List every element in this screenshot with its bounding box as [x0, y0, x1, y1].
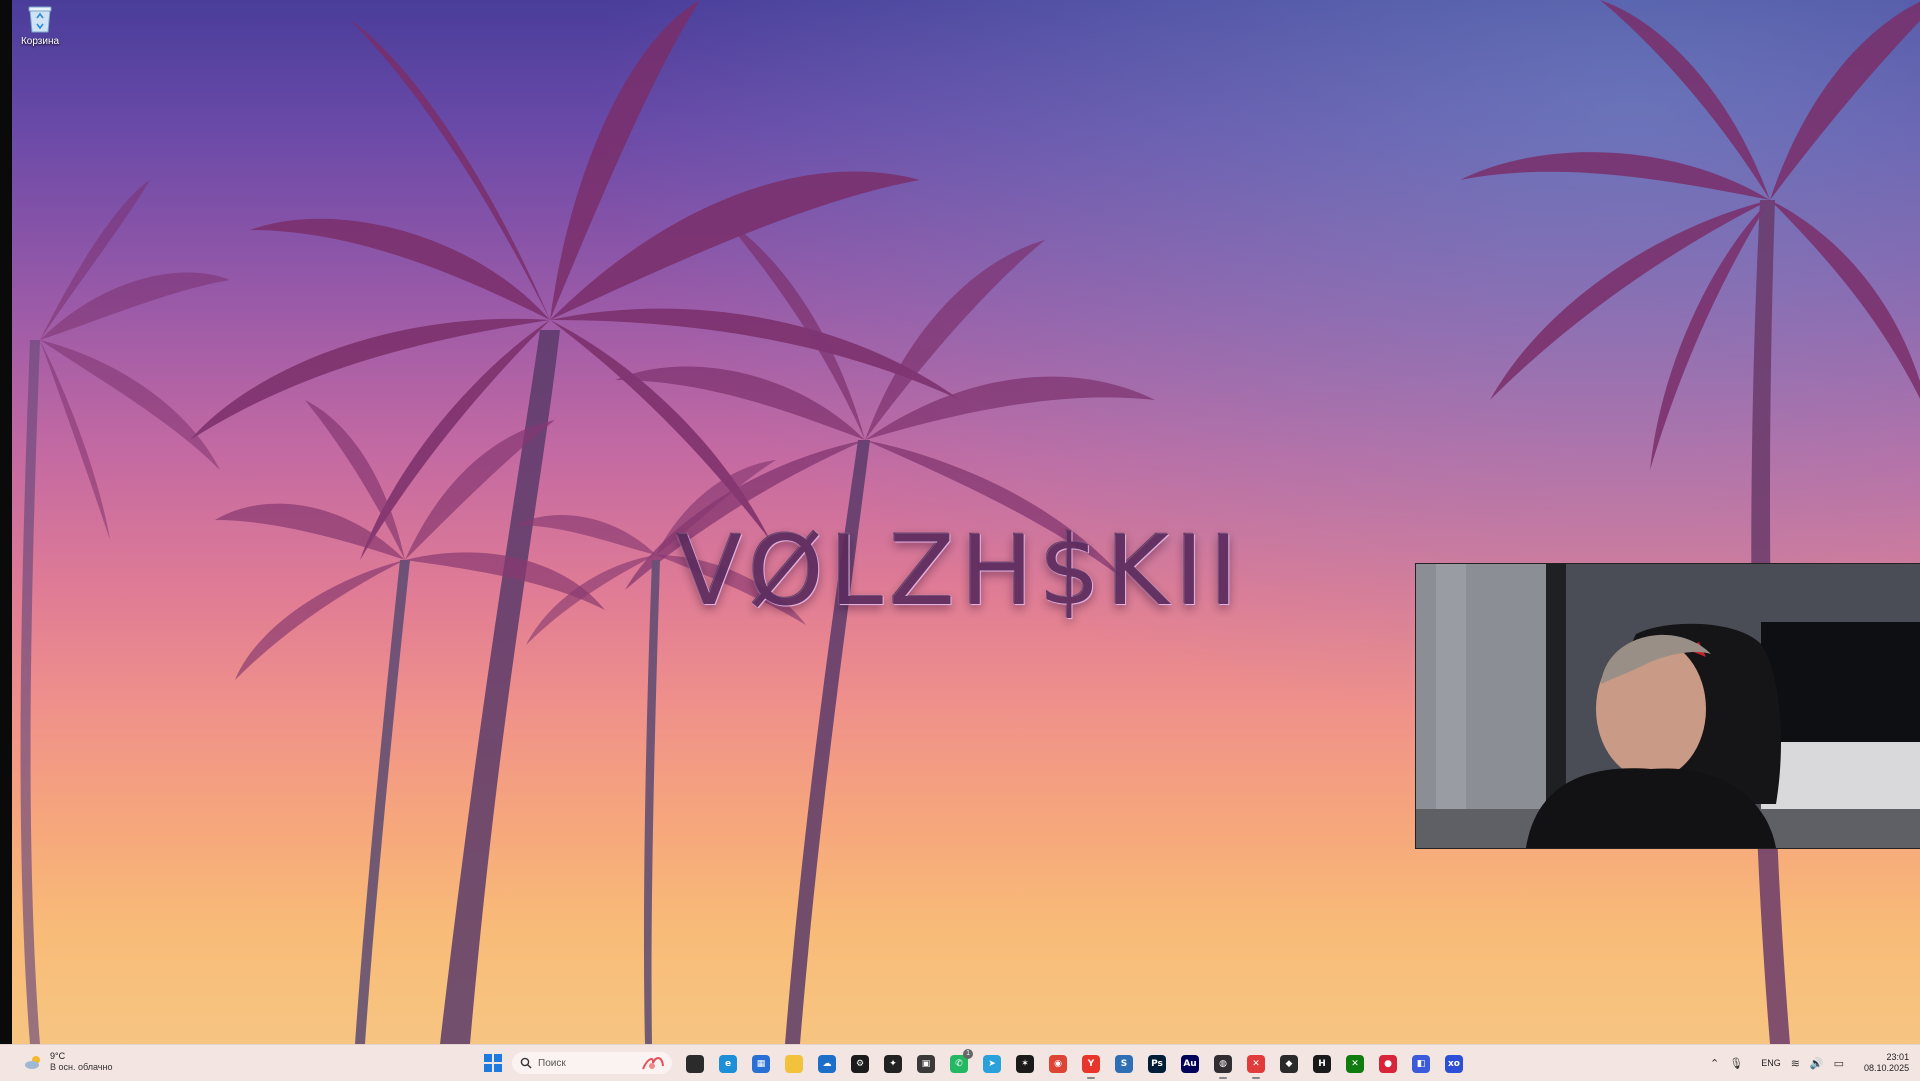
s-app-icon: S: [1115, 1055, 1133, 1073]
taskbar-app-chrome[interactable]: ◉: [1045, 1051, 1071, 1077]
taskbar-app-photoshop[interactable]: Ps: [1144, 1051, 1170, 1077]
input-language[interactable]: ENG: [1761, 1058, 1781, 1068]
system-tray: ⌃ 🎙 ENG ≋ 🔊 ▭ 23:01 08.10.2025 ✎: [1710, 1045, 1920, 1081]
volume-icon[interactable]: 🔊: [1810, 1057, 1824, 1070]
weather-condition: В осн. облачно: [50, 1062, 113, 1072]
windows-start-icon[interactable]: [484, 1054, 502, 1072]
search-placeholder: Поиск: [538, 1057, 566, 1069]
xbox-icon: ✕: [1346, 1055, 1364, 1073]
weather-widget[interactable]: 9°C В осн. облачно: [24, 1051, 112, 1073]
webcam-image: [1416, 564, 1920, 848]
partly-cloudy-icon: [25, 1056, 40, 1069]
taskbar-app-h-app[interactable]: H: [1309, 1051, 1335, 1077]
webcam-overlay: [1415, 563, 1920, 849]
taskbar-apps: e ▦ ☁ ⚙ ✦ ▣ ✆ 1 ➤ ✶ ◉ Y S Ps Au ◍ ✕ ◆ H ✕ ● ◧ xo: [682, 1049, 1467, 1079]
media-icon: ▣: [917, 1055, 935, 1073]
taskbar-app-obs[interactable]: ◍: [1210, 1051, 1236, 1079]
chevron-up-icon[interactable]: ⌃: [1710, 1057, 1719, 1070]
blue-square-icon: ◧: [1412, 1055, 1430, 1073]
desktop[interactable]: Корзина VØLZH$KII: [0, 0, 1920, 1080]
yandex-icon: Y: [1082, 1055, 1100, 1073]
recycle-bin-label: Корзина: [20, 36, 60, 47]
taskbar-app-game-launcher[interactable]: ✦: [880, 1051, 906, 1077]
taskbar-app-telegram[interactable]: ➤: [979, 1051, 1005, 1077]
taskbar-app-store[interactable]: ▦: [748, 1051, 774, 1077]
steam-icon: ⚙: [851, 1055, 869, 1073]
taskbar-app-yandex-browser[interactable]: Y: [1078, 1051, 1104, 1079]
search-highlight-icon: [642, 1057, 664, 1070]
taskbar-search[interactable]: Поиск: [512, 1052, 672, 1074]
taskbar-app-onedrive[interactable]: ☁: [814, 1051, 840, 1077]
taskbar-app-yellow-app[interactable]: ✶: [1012, 1051, 1038, 1077]
folder-icon: [785, 1055, 803, 1073]
notification-badge: 1: [963, 1049, 973, 1059]
xo-icon: xo: [1445, 1055, 1463, 1073]
red-circle-icon: ●: [1379, 1055, 1397, 1073]
cloud-icon: ☁: [818, 1055, 836, 1073]
taskbar-app-xo-app[interactable]: xo: [1441, 1051, 1467, 1077]
obs-icon: ◍: [1214, 1055, 1232, 1073]
taskbar-app-app-s[interactable]: S: [1111, 1051, 1137, 1077]
taskbar-app-media-app[interactable]: ▣: [913, 1051, 939, 1077]
launcher-icon: ✦: [884, 1055, 902, 1073]
search-icon: [520, 1057, 532, 1069]
taskbar-app-edge[interactable]: e: [715, 1051, 741, 1077]
desktop-icon-recycle-bin[interactable]: Корзина: [20, 4, 60, 47]
taskbar-app-file-explorer[interactable]: [781, 1051, 807, 1077]
weather-temperature: 9°C: [50, 1051, 66, 1061]
wifi-icon[interactable]: ≋: [1791, 1057, 1800, 1070]
taskbar-app-blue-app[interactable]: ◧: [1408, 1051, 1434, 1077]
x-app-icon: ✕: [1247, 1055, 1265, 1073]
star-app-icon: ✶: [1016, 1055, 1034, 1073]
task-view-icon: [686, 1055, 704, 1073]
photoshop-icon: Ps: [1148, 1055, 1166, 1073]
davinci-icon: ◆: [1280, 1055, 1298, 1073]
taskbar-app-davinci[interactable]: ◆: [1276, 1051, 1302, 1077]
taskbar-app-x-app[interactable]: ✕: [1243, 1051, 1269, 1079]
clock-date: 08.10.2025: [1864, 1063, 1910, 1073]
h-app-icon: H: [1313, 1055, 1331, 1073]
audition-icon: Au: [1181, 1055, 1199, 1073]
edge-icon: e: [719, 1055, 737, 1073]
telegram-icon: ➤: [983, 1055, 1001, 1073]
taskbar-app-xbox[interactable]: ✕: [1342, 1051, 1368, 1077]
taskbar-app-audition[interactable]: Au: [1177, 1051, 1203, 1077]
recycle-bin-icon: [28, 6, 52, 33]
taskbar-app-red-app[interactable]: ●: [1375, 1051, 1401, 1077]
taskbar: 9°C В осн. облачно Поиск e ▦ ☁ ⚙ ✦ ▣ ✆ 1 ➤ ✶ ◉ Y S Ps…: [0, 1044, 1920, 1081]
taskbar-app-steam[interactable]: ⚙: [847, 1051, 873, 1077]
taskbar-app-whatsapp[interactable]: ✆ 1: [946, 1049, 973, 1077]
chrome-icon: ◉: [1049, 1055, 1067, 1073]
clock[interactable]: 23:01 08.10.2025: [1864, 1052, 1909, 1074]
battery-icon[interactable]: ▭: [1834, 1057, 1844, 1070]
taskbar-app-task-view[interactable]: [682, 1051, 708, 1077]
clock-time: 23:01: [1886, 1052, 1910, 1062]
store-icon: ▦: [752, 1055, 770, 1073]
microphone-icon[interactable]: 🎙: [1729, 1057, 1743, 1070]
